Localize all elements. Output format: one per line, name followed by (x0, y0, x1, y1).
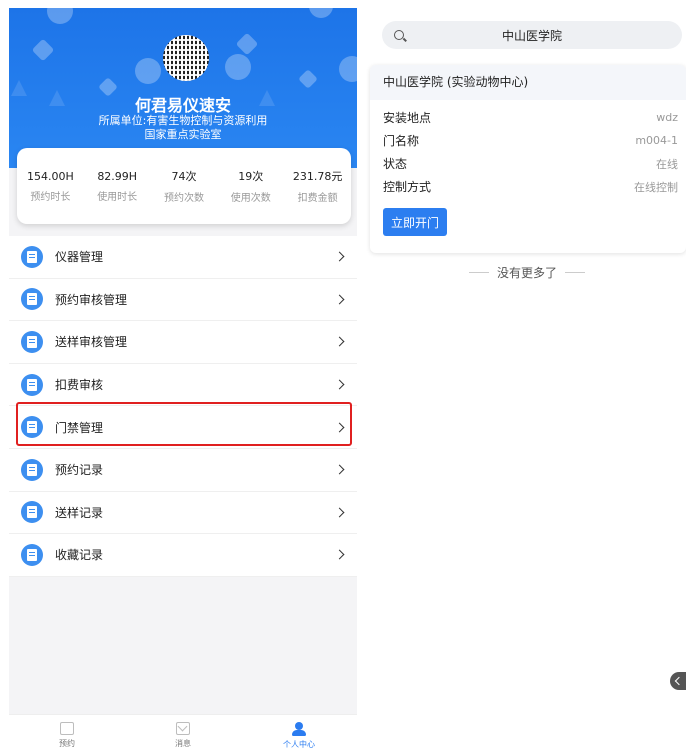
chevron-right-icon (334, 294, 345, 305)
menu-item-booking-review[interactable]: 预约审核管理 (9, 279, 357, 322)
search-input[interactable]: 中山医学院 (382, 21, 682, 49)
info-key: 状态 (383, 157, 408, 171)
decor-circle (339, 56, 357, 82)
info-value: 在线控制 (634, 180, 678, 194)
tab-profile[interactable]: 个人中心 (241, 715, 357, 756)
chevron-right-icon (334, 550, 345, 560)
no-more-indicator: 没有更多了 (368, 264, 686, 281)
info-key: 安装地点 (383, 111, 432, 125)
avatar[interactable] (163, 35, 209, 81)
chevron-right-icon (334, 422, 345, 433)
document-icon (21, 501, 43, 524)
menu-label: 预约审核管理 (55, 292, 128, 307)
user-name: 何君易仪速安 (134, 96, 231, 115)
tab-label: 消息 (175, 739, 191, 748)
back-icon[interactable] (670, 672, 686, 690)
stats-card: 154.00H 预约时长 82.99H 使用时长 74次 预约次数 19次 使用… (17, 148, 351, 224)
menu-item-access-control[interactable]: 门禁管理 (9, 406, 357, 449)
chevron-right-icon (334, 337, 345, 347)
chevron-right-icon (334, 251, 345, 262)
menu-label: 收藏记录 (55, 548, 104, 563)
tab-label: 预约 (59, 739, 75, 748)
search-value: 中山医学院 (501, 28, 562, 43)
document-icon (21, 458, 43, 481)
open-door-button[interactable]: 立即开门 (383, 208, 447, 236)
info-value: m004-1 (635, 134, 678, 147)
document-icon (21, 288, 43, 311)
tab-booking[interactable]: 预约 (9, 715, 125, 756)
menu-list: 仪器管理 预约审核管理 送样审核管理 扣费审核 门禁管理 预约记录 送样记录 收… (9, 236, 357, 577)
stat-item: 154.00H 预约时长 (17, 148, 84, 224)
menu-item-sample-records[interactable]: 送样记录 (9, 492, 357, 535)
stat-item: 74次 预约次数 (151, 148, 218, 224)
info-row: 控制方式 在线控制 (370, 175, 686, 198)
profile-screen: 何君易仪速安 所属单位:有害生物控制与资源利用 国家重点实验室 154.00H … (9, 8, 357, 756)
menu-item-sample-review[interactable]: 送样审核管理 (9, 321, 357, 364)
user-unit: 所属单位:有害生物控制与资源利用 国家重点实验室 (9, 114, 357, 142)
chevron-right-icon (334, 464, 345, 475)
divider (565, 272, 585, 273)
decor-square (235, 32, 259, 56)
stat-item: 82.99H 使用时长 (84, 148, 151, 224)
unit-line-1: 所属单位:有害生物控制与资源利用 (98, 114, 268, 127)
chevron-right-icon (334, 507, 345, 518)
stat-value: 74次 (171, 170, 197, 183)
stat-label: 预约次数 (163, 193, 204, 204)
stat-value: 19次 (238, 170, 264, 183)
info-value: 在线 (656, 157, 678, 171)
decor-square (298, 69, 318, 89)
stat-label: 使用次数 (230, 193, 271, 204)
no-more-text: 没有更多了 (496, 266, 557, 280)
document-icon (21, 373, 43, 396)
stat-value: 154.00H (27, 169, 74, 183)
menu-label: 仪器管理 (55, 250, 104, 265)
stat-label: 使用时长 (97, 191, 138, 203)
decor-circle (47, 8, 73, 24)
stat-item: 231.78元 扣费金额 (284, 148, 351, 224)
menu-item-booking-records[interactable]: 预约记录 (9, 449, 357, 492)
document-icon (21, 543, 43, 566)
person-icon (292, 721, 306, 736)
tab-label: 个人中心 (283, 739, 315, 749)
profile-header: 何君易仪速安 所属单位:有害生物控制与资源利用 国家重点实验室 (9, 8, 357, 168)
document-icon (21, 330, 43, 353)
menu-label: 送样记录 (55, 505, 104, 520)
mail-icon (176, 722, 190, 735)
chevron-right-icon (334, 379, 345, 390)
menu-item-favorites[interactable]: 收藏记录 (9, 534, 357, 577)
info-row: 状态 在线 (370, 152, 686, 175)
info-key: 控制方式 (383, 180, 432, 194)
stat-value: 231.78元 (292, 170, 343, 183)
door-card-title: 中山医学院 (实验动物中心) (370, 65, 686, 100)
door-card: 中山医学院 (实验动物中心) 安装地点 wdz 门名称 m004-1 状态 在线… (370, 65, 686, 253)
unit-line-2: 国家重点实验室 (144, 128, 222, 141)
info-value: wdz (656, 111, 678, 124)
document-icon (21, 245, 43, 268)
stat-label: 扣费金额 (297, 193, 338, 204)
divider (468, 272, 489, 273)
info-key: 门名称 (383, 134, 420, 148)
decor-square (31, 38, 55, 62)
stat-label: 预约时长 (30, 191, 71, 203)
stat-value: 82.99H (97, 169, 138, 183)
menu-label: 送样审核管理 (55, 335, 128, 350)
document-icon (21, 416, 43, 439)
tab-messages[interactable]: 消息 (125, 715, 241, 756)
tab-bar: 预约 消息 个人中心 (9, 714, 357, 756)
access-control-screen: 中山医学院 中山医学院 (实验动物中心) 安装地点 wdz 门名称 m004-1… (368, 8, 686, 756)
info-row: 安装地点 wdz (370, 106, 686, 129)
decor-circle (309, 8, 333, 18)
calendar-icon (60, 722, 74, 735)
info-row: 门名称 m004-1 (370, 129, 686, 152)
decor-circle (225, 54, 251, 80)
menu-label: 门禁管理 (55, 420, 104, 435)
stat-item: 19次 使用次数 (217, 148, 284, 224)
menu-label: 扣费审核 (55, 378, 104, 393)
decor-circle (135, 58, 161, 84)
menu-label: 预约记录 (55, 463, 104, 478)
menu-item-fee-review[interactable]: 扣费审核 (9, 364, 357, 407)
menu-item-instrument-management[interactable]: 仪器管理 (9, 236, 357, 279)
